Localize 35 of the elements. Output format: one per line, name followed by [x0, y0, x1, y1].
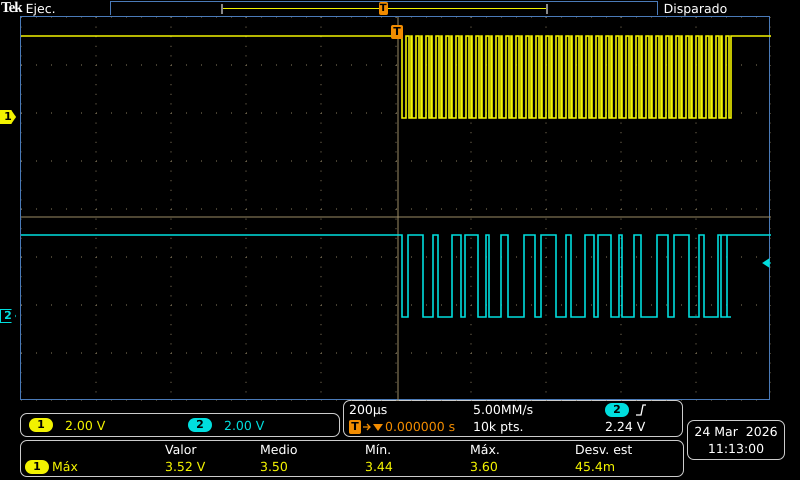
- horizontal-scale: 200µs: [349, 402, 388, 418]
- vertical-scale: 2.00 V: [65, 418, 106, 432]
- trigger-position-marker: T: [349, 420, 361, 434]
- acquisition-status: Ejec.: [26, 0, 57, 16]
- time: 11:13:00: [708, 440, 764, 457]
- trigger-position-marker: T: [378, 2, 388, 15]
- rising-edge-icon: [635, 402, 647, 417]
- column-header: Valor: [165, 442, 198, 458]
- channel-badge[interactable]: 2: [188, 418, 212, 432]
- trigger-delay: 0.000000 s: [385, 419, 456, 436]
- column-header: Mín.: [365, 442, 392, 458]
- sample-rate: 5.00MM/s: [473, 402, 534, 418]
- channel-ground-marker[interactable]: 1: [0, 110, 16, 124]
- trigger-position-marker: T: [391, 25, 403, 39]
- trigger-source-badge[interactable]: 2: [605, 402, 629, 417]
- measurement-value: 3.60: [470, 459, 499, 476]
- measurement-value: 3.52 V: [165, 459, 206, 476]
- brand-logo: Tek: [1, 0, 22, 16]
- column-header: Máx.: [470, 442, 501, 458]
- channel-badge[interactable]: 1: [25, 460, 49, 474]
- record-length: 10k pts.: [473, 419, 524, 436]
- measurement-value: 45.4m: [575, 459, 616, 476]
- arrow-down-triangle-icon: [362, 421, 384, 434]
- column-header: Medio: [260, 442, 299, 458]
- measurement-type: Máx: [52, 459, 78, 476]
- measurement-value: 3.44: [365, 459, 394, 476]
- measurement-value: 3.50: [260, 459, 289, 476]
- channel-badge[interactable]: 1: [29, 418, 53, 432]
- column-header: Desv. est: [575, 442, 634, 458]
- vertical-scale: 2.00 V: [224, 418, 264, 432]
- trigger-status: Disparado: [664, 0, 728, 16]
- trigger-level-arrow-icon: [762, 258, 771, 268]
- trigger-level: 2.24 V: [605, 419, 646, 436]
- date: 24 Mar 2026: [694, 423, 778, 440]
- channel-ground-marker[interactable]: 2: [0, 309, 16, 323]
